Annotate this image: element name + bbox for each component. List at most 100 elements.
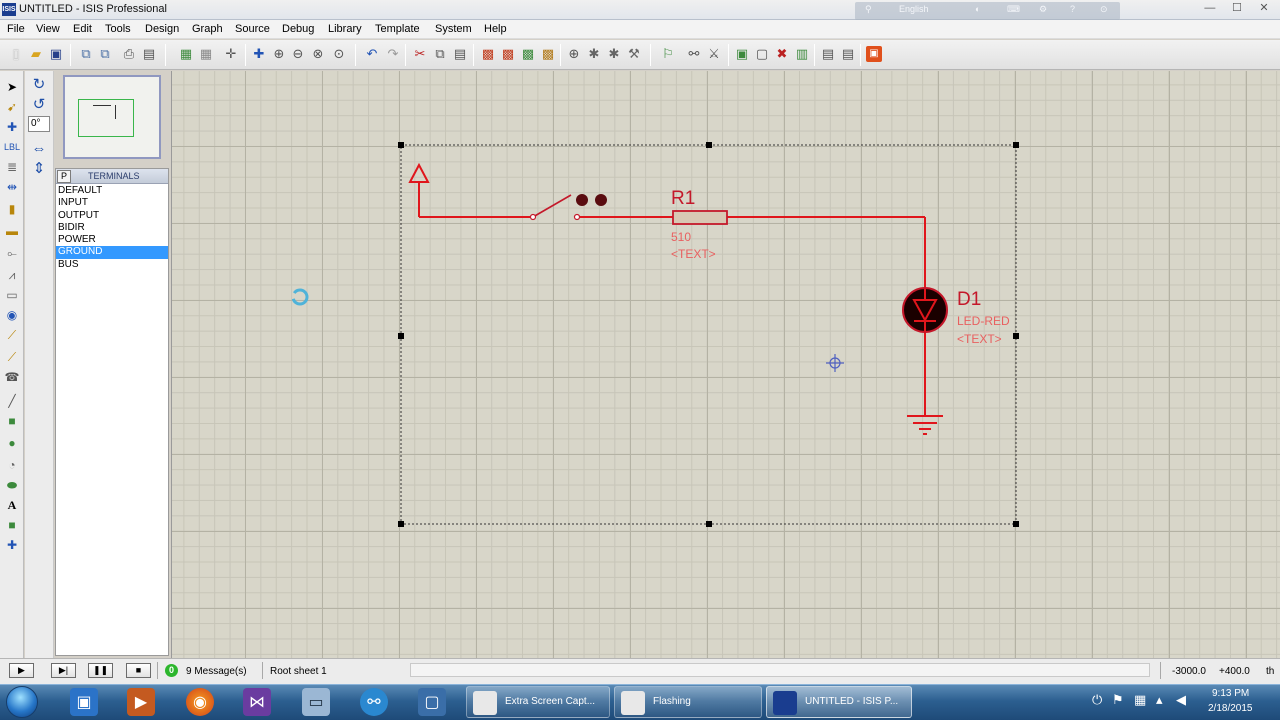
message-indicator[interactable]: 0 [165,664,178,677]
text-script-icon[interactable]: ≣ [4,159,20,175]
grid-icon[interactable]: ▦ [198,46,214,62]
menu-system[interactable]: System [435,23,472,35]
zoom-area-icon[interactable]: ⊙ [331,46,347,62]
rotate-clockwise-icon[interactable]: ↻ [31,77,47,93]
print-area-icon[interactable]: ▤ [141,46,157,62]
pick-device-icon[interactable]: ⊕ [566,46,582,62]
selection-mode-icon[interactable]: ➤ [4,79,20,95]
terminal-item-ground[interactable]: GROUND [56,246,168,259]
junction-dot-icon[interactable]: ✚ [4,119,20,135]
resistor-value[interactable]: 510 [671,230,691,244]
step-button[interactable]: ▶| [51,663,76,678]
virtual-instruments-icon[interactable]: ☎ [4,369,20,385]
tray-power-icon[interactable]: ⏻ [1092,692,1102,708]
led-d1[interactable] [902,287,948,333]
tray-chevron-icon[interactable]: ▴ [1156,692,1163,708]
block-move-icon[interactable]: ▩ [500,46,516,62]
desktop-app-icon[interactable]: ▢ [418,688,446,716]
zoom-all-icon[interactable]: ⊗ [310,46,326,62]
menu-source[interactable]: Source [235,23,270,35]
decompose-icon[interactable]: ⚒ [626,46,642,62]
block-copy-icon[interactable]: ▩ [480,46,496,62]
text-icon[interactable]: A [4,497,20,513]
terminal-item-default[interactable]: DEFAULT [56,185,168,197]
packaging-tool-icon[interactable]: ✱ [606,46,622,62]
pick-devices-button[interactable]: P [57,170,71,183]
computer-icon[interactable]: ▭ [302,688,330,716]
subcircuit-icon[interactable]: ▮ [4,201,20,217]
netlist-icon[interactable]: ▤ [840,46,856,62]
arc-icon[interactable]: ◔ [4,457,20,473]
bus-icon[interactable]: ⇹ [4,179,20,195]
switch-actuator-dot[interactable] [576,194,588,206]
play-button[interactable]: ▶ [9,663,34,678]
menu-file[interactable]: File [7,23,25,35]
clock-date[interactable]: 2/18/2015 [1208,703,1253,714]
mirror-vertical-icon[interactable]: ⇕ [31,161,47,177]
menu-debug[interactable]: Debug [282,23,314,35]
menu-library[interactable]: Library [328,23,362,35]
bill-of-materials-icon[interactable]: ▥ [794,46,810,62]
device-pins-icon[interactable]: ⟜ [4,245,20,261]
menu-design[interactable]: Design [145,23,179,35]
taskbar-task-isis[interactable]: UNTITLED - ISIS P... [766,686,912,718]
minimize-icon[interactable]: — [1198,1,1222,16]
export-icon[interactable]: ⧉ [97,46,113,62]
zoom-out-icon[interactable]: ⊖ [290,46,306,62]
remove-sheet-icon[interactable]: ▢ [754,46,770,62]
clock-time[interactable]: 9:13 PM [1212,688,1249,699]
origin-icon[interactable]: ✛ [223,46,239,62]
rotation-angle-input[interactable]: 0° [28,116,50,132]
help-icon[interactable]: ? [1070,4,1075,14]
new-file-icon[interactable]: ▯ [8,46,24,62]
redraw-icon[interactable]: ▦ [178,46,194,62]
pan-icon[interactable]: ✚ [251,46,267,62]
redo-icon[interactable]: ↷ [385,46,401,62]
maximize-icon[interactable]: ☐ [1225,1,1249,16]
print-icon[interactable]: ⎙ [121,46,137,62]
push-switch[interactable] [529,194,608,221]
metro-app-icon[interactable]: ▣ [70,688,98,716]
generator-icon[interactable]: ◉ [4,307,20,323]
search-icon[interactable]: ⚲ [865,4,872,15]
terminal-item-bus[interactable]: BUS [56,259,168,271]
tray-flag-icon[interactable]: ⚑ [1112,692,1124,708]
wire-label-icon[interactable]: LBL [4,139,20,155]
menu-template[interactable]: Template [375,23,420,35]
graph-mode-icon[interactable]: ⩘ [4,267,20,283]
media-app-icon[interactable]: ▶ [127,688,155,716]
make-device-icon[interactable]: ✱ [586,46,602,62]
menu-help[interactable]: Help [484,23,507,35]
mirror-horizontal-icon[interactable]: ⇔ [31,141,47,157]
resistor-reference[interactable]: R1 [671,188,695,209]
ime-language-label[interactable]: English [899,4,929,14]
block-delete-icon[interactable]: ▩ [540,46,556,62]
ground-terminal[interactable] [907,415,943,435]
overview-window[interactable] [63,75,161,159]
options-icon[interactable]: ⊙ [1100,4,1108,15]
terminals-mode-icon[interactable]: ▬ [4,223,20,239]
rotate-anticlockwise-icon[interactable]: ↺ [31,97,47,113]
message-count[interactable]: 9 Message(s) [186,666,247,677]
pause-button[interactable]: ❚❚ [88,663,113,678]
close-icon[interactable]: ✕ [1252,1,1276,16]
menu-graph[interactable]: Graph [192,23,223,35]
undo-icon[interactable]: ↶ [364,46,380,62]
cut-icon[interactable]: ✂ [412,46,428,62]
share-app-icon[interactable]: ⚯ [360,688,388,716]
box-icon[interactable]: ■ [4,413,20,429]
language-bar[interactable]: ⚲ English ◐ ⌨ ⚙ ? ⊙ [855,2,1120,20]
terminal-item-power[interactable]: POWER [56,234,168,246]
resistor-text[interactable]: <TEXT> [671,247,716,261]
terminal-item-output[interactable]: OUTPUT [56,210,168,222]
led-value[interactable]: LED-RED [957,314,1010,328]
zoom-in-icon[interactable]: ⊕ [271,46,287,62]
paste-icon[interactable]: ▤ [452,46,468,62]
new-sheet-icon[interactable]: ▣ [734,46,750,62]
import-icon[interactable]: ⧉ [78,46,94,62]
current-probe-icon[interactable]: ⟋ [4,349,20,365]
menu-tools[interactable]: Tools [105,23,131,35]
search-tag-icon[interactable]: ⚯ [686,46,702,62]
menu-edit[interactable]: Edit [73,23,92,35]
taskbar-task-flashing[interactable]: Flashing [614,686,762,718]
